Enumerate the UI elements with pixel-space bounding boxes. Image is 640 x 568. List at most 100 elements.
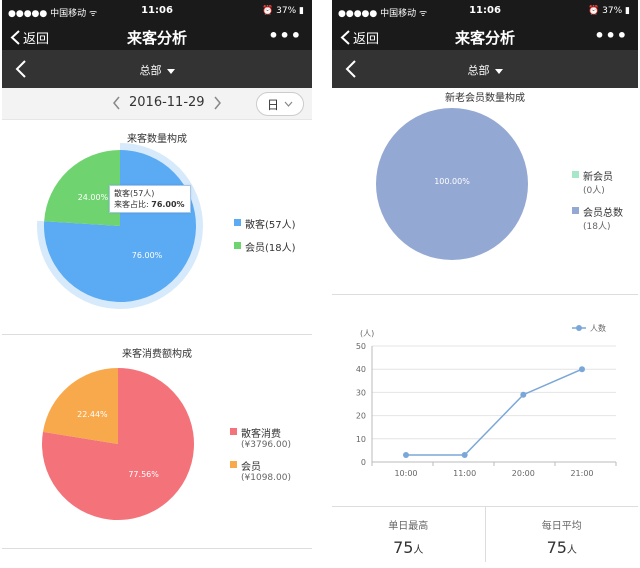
department-label: 总部 <box>467 64 490 77</box>
legend-swatch <box>230 428 237 435</box>
legend-label: 散客消费 <box>241 429 281 440</box>
pie-slice-label: 22.44% <box>77 410 108 419</box>
battery-indicator: ⏰ 37% ▮ <box>588 6 630 16</box>
y-tick-label: 10 <box>356 435 366 444</box>
legend-item[interactable]: 会员 (¥1098.00) <box>230 458 291 483</box>
period-selector[interactable]: 日 <box>256 92 304 116</box>
caret-down-icon <box>166 68 175 74</box>
x-tick-label: 21:00 <box>570 469 593 478</box>
x-tick-label: 11:00 <box>453 469 476 478</box>
legend-item[interactable]: 会员总数 (18人) <box>572 204 623 232</box>
prev-date-icon[interactable] <box>112 96 121 110</box>
data-point[interactable] <box>461 452 468 459</box>
x-tick-label: 20:00 <box>512 469 535 478</box>
tooltip-line2-value: 76.00% <box>151 200 185 209</box>
period-label: 日 <box>266 97 279 112</box>
daily-max-label: 单日最高 <box>388 521 429 532</box>
daily-max-cell: 单日最高 75人 <box>332 507 485 562</box>
department-bar: 总部 <box>332 50 638 88</box>
daily-stats: 单日最高 75人 每日平均 75人 <box>332 506 638 562</box>
y-tick-label: 50 <box>356 342 366 351</box>
member-composition-legend: 新会员 (0人) 会员总数 (18人) <box>572 168 623 240</box>
section-divider <box>332 294 638 295</box>
legend-label: 散客(57人) <box>245 220 296 231</box>
visitor-line-chart: (人) 0 10 20 30 40 50 10:00 11:00 20:00 21:00 人数 <box>356 323 617 478</box>
nav-bar: 返回 来客分析 ••• <box>332 24 638 50</box>
legend-text: 会员 (¥1098.00) <box>241 458 291 483</box>
data-point[interactable] <box>520 391 527 398</box>
department-selector[interactable]: 总部 <box>2 62 312 78</box>
y-tick-label: 30 <box>356 388 366 397</box>
pie-slice[interactable] <box>42 368 118 444</box>
chevron-down-icon <box>284 101 293 107</box>
tooltip-line1: 散客(57人) <box>114 189 155 198</box>
right-phone-screen: ●●●●● 中国移动 ᯤ 11:06 ⏰ 37% ▮ 返回 来客分析 ••• 总… <box>332 0 638 568</box>
date-navigator: 2016-11-29 <box>112 95 222 110</box>
y-axis-label: (人) <box>360 329 374 338</box>
legend-label: 人数 <box>590 323 606 333</box>
pie-slice-label: 77.56% <box>128 470 159 479</box>
legend-amount: (¥3796.00) <box>241 440 291 450</box>
y-tick-label: 0 <box>361 458 366 467</box>
line-legend[interactable]: 人数 <box>572 323 606 333</box>
current-date: 2016-11-29 <box>129 95 205 110</box>
page-title: 来客分析 <box>454 29 515 47</box>
member-composition-title: 新老会员数量构成 <box>445 93 525 104</box>
legend-swatch <box>234 219 241 226</box>
series-line <box>406 368 583 456</box>
consumption-legend: 散客消费 (¥3796.00) 会员 (¥1098.00) <box>230 425 291 491</box>
status-bar: ●●●●● 中国移动 ᯤ 11:06 ⏰ 37% ▮ <box>332 0 638 24</box>
department-selector[interactable]: 总部 <box>332 62 638 78</box>
legend-item[interactable]: 会员(18人) <box>234 239 296 254</box>
department-bar: 总部 <box>2 50 312 88</box>
legend-swatch <box>230 461 237 468</box>
nav-bar: 返回 来客分析 ••• <box>2 24 312 50</box>
status-bar: ●●●●● 中国移动 ᯤ 11:06 ⏰ 37% ▮ <box>2 0 312 24</box>
legend-label: 会员总数 <box>583 208 623 219</box>
legend-label: 会员(18人) <box>245 243 296 254</box>
legend-amount: (¥1098.00) <box>241 473 291 483</box>
legend-marker <box>576 325 582 331</box>
next-date-icon[interactable] <box>213 96 222 110</box>
legend-text: 新会员 (0人) <box>583 168 613 196</box>
legend-sub: (0人) <box>583 186 605 196</box>
more-menu-button[interactable]: ••• <box>268 26 302 45</box>
daily-avg-unit: 人 <box>566 545 577 556</box>
pie-tooltip: 散客(57人) 来客占比: 76.00% <box>109 185 191 213</box>
legend-text: 会员总数 (18人) <box>583 204 623 232</box>
legend-label: 会员 <box>241 462 261 473</box>
section-divider <box>2 548 312 549</box>
consumption-title: 来客消费额构成 <box>122 349 192 360</box>
more-menu-button[interactable]: ••• <box>594 26 628 45</box>
legend-item[interactable]: 散客(57人) <box>234 216 296 231</box>
x-tick-label: 10:00 <box>394 469 417 478</box>
legend-text: 散客消费 (¥3796.00) <box>241 425 291 450</box>
daily-avg-label: 每日平均 <box>541 521 582 532</box>
daily-max-value: 75 <box>393 538 414 557</box>
page-title: 来客分析 <box>126 29 187 47</box>
legend-label: 新会员 <box>583 172 613 183</box>
caret-down-icon <box>494 68 503 74</box>
tooltip-line2-prefix: 来客占比: <box>114 200 152 209</box>
pie-slice-label: 100.00% <box>434 177 470 186</box>
left-phone-screen: ●●●●● 中国移动 ᯤ 11:06 ⏰ 37% ▮ 返回 来客分析 ••• 总… <box>2 0 312 568</box>
legend-swatch <box>234 242 241 249</box>
daily-avg-cell: 每日平均 75人 <box>484 507 639 562</box>
pie-slice-label: 76.00% <box>132 251 163 260</box>
data-point[interactable] <box>579 366 585 373</box>
department-label: 总部 <box>139 64 162 77</box>
daily-max-unit: 人 <box>413 545 424 556</box>
legend-sub: (18人) <box>583 222 611 232</box>
y-tick-label: 20 <box>356 412 366 421</box>
battery-indicator: ⏰ 37% ▮ <box>262 6 304 16</box>
legend-item[interactable]: 散客消费 (¥3796.00) <box>230 425 291 450</box>
legend-swatch <box>572 207 579 214</box>
visitor-count-legend: 散客(57人) 会员(18人) <box>234 216 296 262</box>
date-bar: 2016-11-29 日 <box>2 88 312 120</box>
section-divider <box>2 334 312 335</box>
legend-swatch <box>572 171 579 178</box>
data-point[interactable] <box>403 452 409 459</box>
legend-item[interactable]: 新会员 (0人) <box>572 168 623 196</box>
y-tick-label: 40 <box>356 365 366 374</box>
pie-slice-label: 24.00% <box>78 193 109 202</box>
